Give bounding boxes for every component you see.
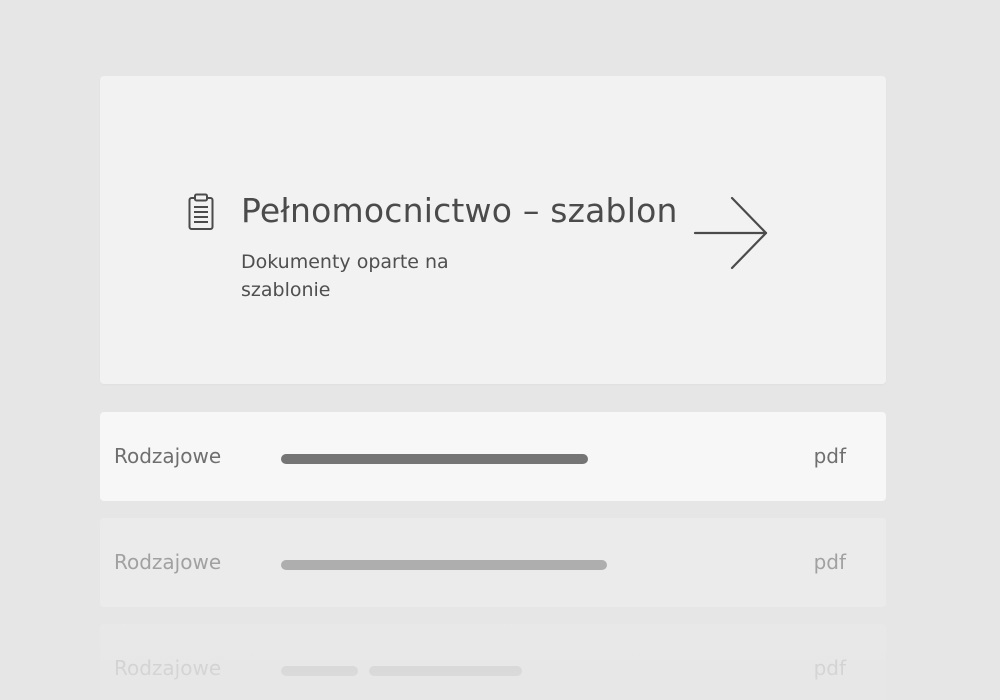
document-row[interactable]: Rodzajowe pdf: [100, 624, 886, 700]
document-extension: pdf: [813, 550, 846, 574]
document-name-placeholder: [281, 454, 588, 464]
clipboard-icon: [188, 193, 214, 230]
arrow-right-icon[interactable]: [692, 195, 770, 273]
document-row[interactable]: Rodzajowe pdf: [100, 412, 886, 501]
document-type-label: Rodzajowe: [114, 656, 222, 680]
document-name-placeholder: [281, 560, 607, 570]
document-type-label: Rodzajowe: [114, 550, 222, 574]
document-name-placeholder: [281, 666, 358, 676]
template-title: Pełnomocnictwo – szablon: [241, 191, 678, 230]
document-name-placeholder: [369, 666, 522, 676]
document-type-label: Rodzajowe: [114, 444, 222, 468]
document-extension: pdf: [813, 444, 846, 468]
document-row[interactable]: Rodzajowe pdf: [100, 518, 886, 607]
document-list-screen: Pełnomocnictwo – szablon Dokumenty opart…: [0, 0, 1000, 700]
document-extension: pdf: [813, 656, 846, 680]
template-subtitle: Dokumenty oparte na szablonie: [241, 251, 449, 301]
template-card[interactable]: Pełnomocnictwo – szablon Dokumenty opart…: [100, 76, 886, 384]
